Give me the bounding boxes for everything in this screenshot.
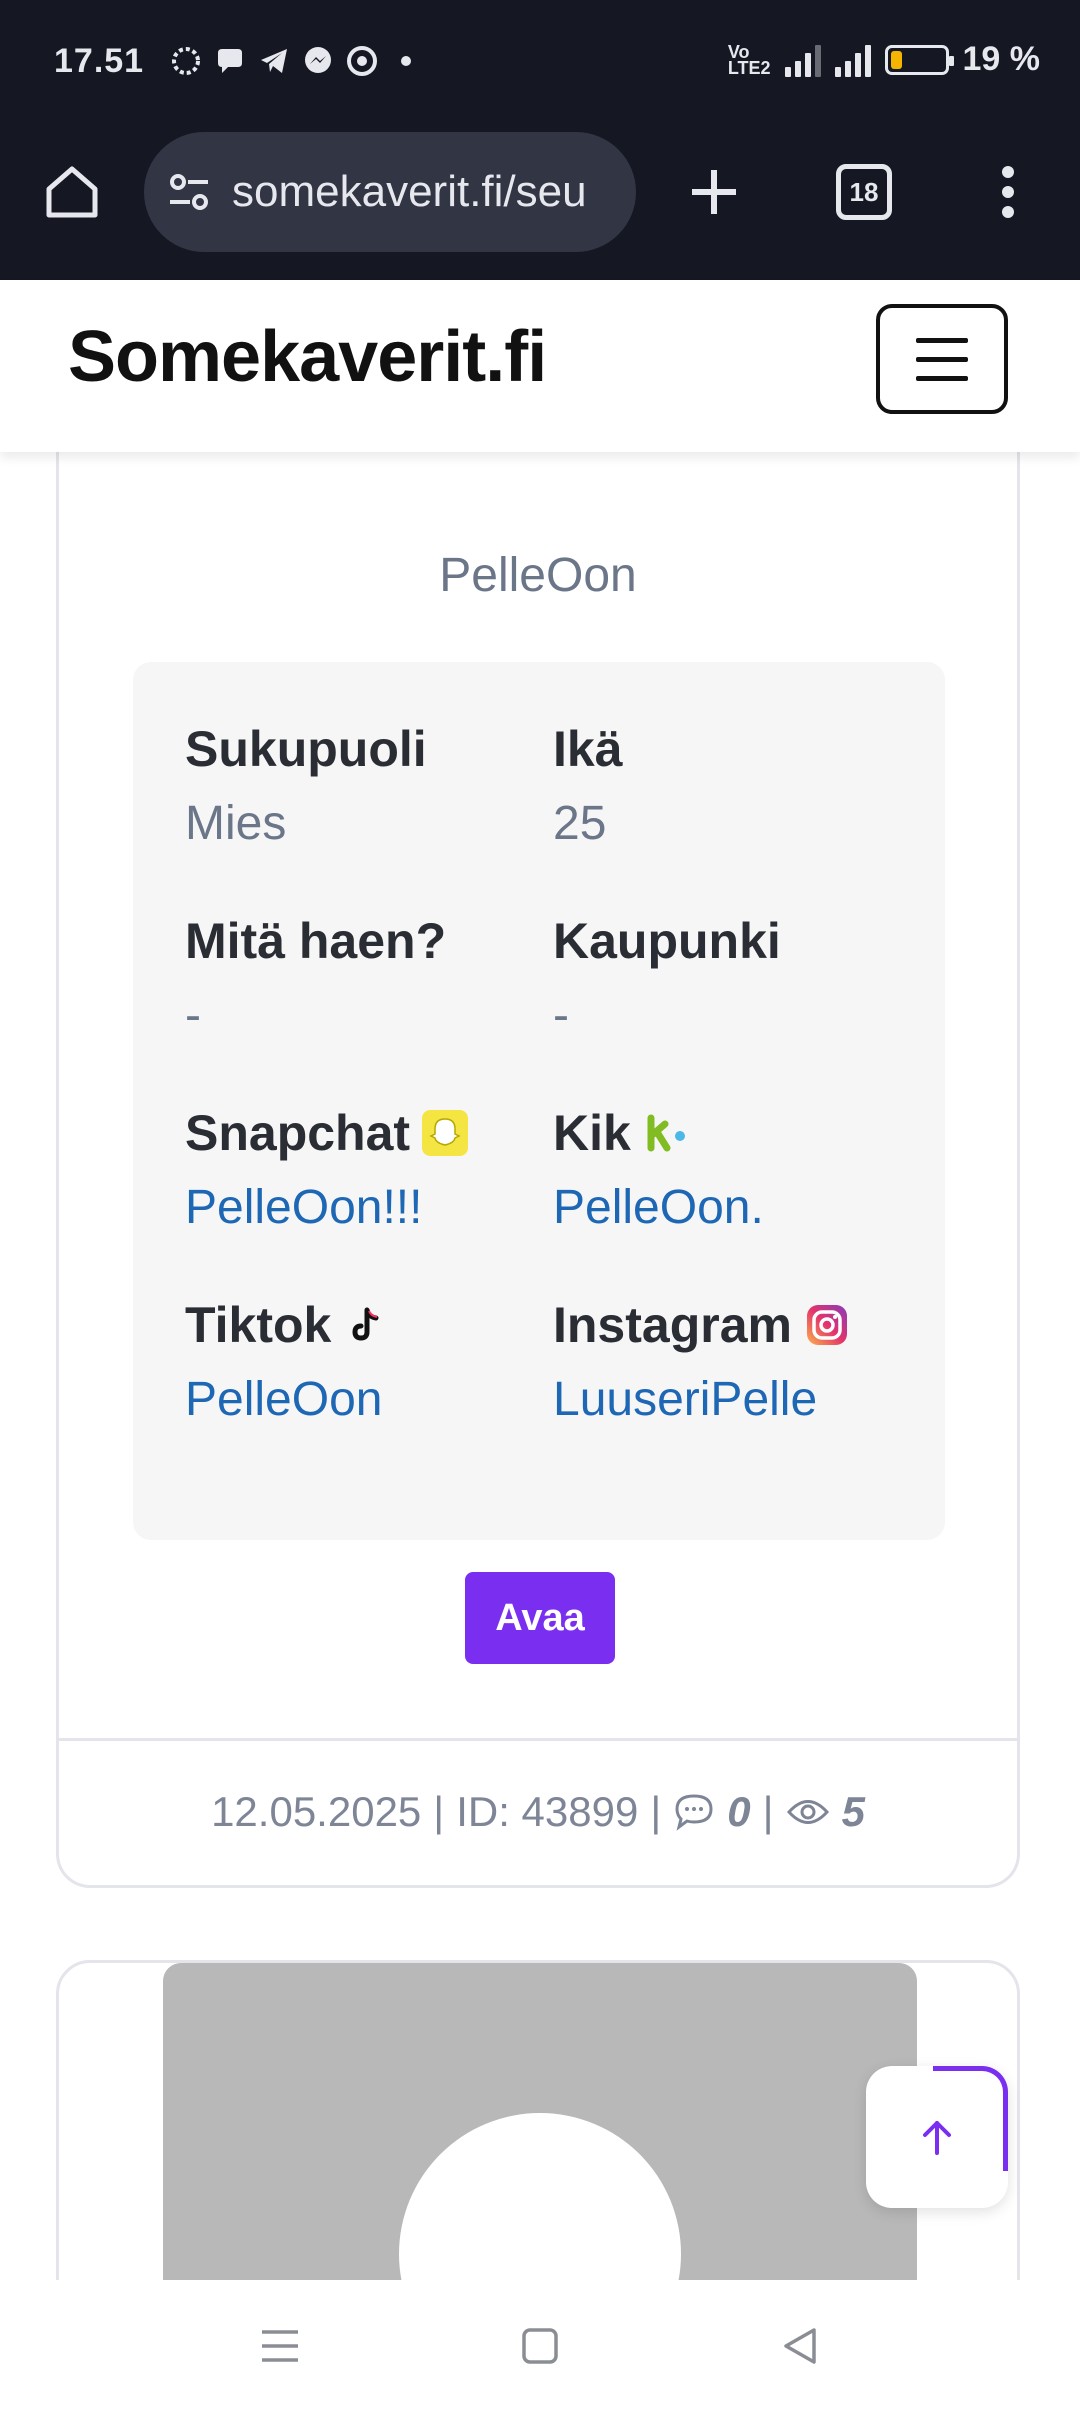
back-nav-button[interactable] bbox=[760, 2306, 840, 2386]
square-icon bbox=[522, 2328, 558, 2364]
chrome-icon bbox=[347, 46, 377, 76]
battery-percent: 19 % bbox=[962, 40, 1041, 78]
instagram-link[interactable]: LuuseriPelle bbox=[553, 1372, 850, 1427]
browser-toolbar: somekaverit.fi/seu 18 bbox=[0, 120, 1080, 280]
age-value: 25 bbox=[553, 797, 607, 850]
card-divider bbox=[59, 1738, 1017, 1741]
gender-field: Sukupuoli Mies bbox=[185, 720, 427, 851]
new-tab-button[interactable] bbox=[664, 132, 764, 252]
city-field: Kaupunki - bbox=[553, 912, 781, 1043]
telegram-icon bbox=[261, 49, 287, 73]
age-label: Ikä bbox=[553, 721, 623, 777]
kik-link[interactable]: PelleOon. bbox=[553, 1180, 764, 1235]
hamburger-menu-icon bbox=[916, 337, 968, 343]
system-navigation-bar bbox=[0, 2280, 1080, 2412]
site-header: Somekaverit.fi bbox=[0, 280, 1080, 452]
profile-card: PelleOon Sukupuoli Mies Ikä 25 Mitä haen… bbox=[56, 400, 1020, 1888]
seeking-value: - bbox=[185, 989, 201, 1042]
volte-icon: Vo LTE2 bbox=[727, 41, 771, 78]
eye-icon bbox=[786, 1800, 829, 1824]
profile-info-box: Sukupuoli Mies Ikä 25 Mitä haen? - Kaupu… bbox=[133, 662, 945, 1540]
tab-count-icon: 18 bbox=[836, 164, 892, 220]
city-value: - bbox=[553, 989, 569, 1042]
signal-strength-icon bbox=[784, 43, 821, 77]
chat-icon bbox=[218, 49, 242, 73]
recent-apps-button[interactable] bbox=[240, 2306, 320, 2386]
post-date: 12.05.2025 bbox=[211, 1788, 422, 1835]
arrow-up-icon bbox=[923, 2121, 951, 2155]
comment-count: 0 bbox=[727, 1788, 751, 1835]
tiktok-link[interactable]: PelleOon bbox=[185, 1372, 389, 1427]
snapchat-label: Snapchat bbox=[185, 1105, 411, 1161]
back-triangle-icon bbox=[784, 2328, 816, 2364]
age-field: Ikä 25 bbox=[553, 720, 623, 851]
more-vert-icon bbox=[1002, 166, 1014, 218]
notification-icons bbox=[170, 45, 422, 77]
tiktok-label: Tiktok bbox=[185, 1297, 332, 1353]
instagram-label: Instagram bbox=[553, 1297, 792, 1353]
dot-icon bbox=[401, 56, 411, 66]
instagram-icon bbox=[806, 1305, 847, 1345]
profile-id: ID: 43899 bbox=[456, 1788, 639, 1835]
home-nav-button[interactable] bbox=[500, 2306, 580, 2386]
kik-icon bbox=[647, 1114, 685, 1152]
site-settings-icon bbox=[170, 174, 208, 210]
gender-label: Sukupuoli bbox=[185, 721, 427, 777]
status-bar: 17.51 Vo LTE2 19 % bbox=[0, 0, 1080, 120]
comment-icon bbox=[675, 1794, 713, 1831]
profile-username: PelleOon bbox=[439, 549, 637, 602]
instagram-field: Instagram LuuseriPelle bbox=[553, 1296, 850, 1427]
menu-lines-icon bbox=[262, 2330, 298, 2362]
gender-value: Mies bbox=[185, 797, 287, 850]
4g-signal-icon bbox=[834, 43, 871, 77]
clock: 17.51 bbox=[54, 42, 145, 80]
seeking-field: Mitä haen? - bbox=[185, 912, 446, 1043]
seeking-label: Mitä haen? bbox=[185, 913, 447, 969]
tiktok-icon bbox=[352, 1307, 379, 1341]
home-icon bbox=[46, 166, 98, 218]
browser-menu-button[interactable] bbox=[958, 132, 1058, 252]
view-count: 5 bbox=[841, 1788, 865, 1835]
kik-label: Kik bbox=[553, 1105, 631, 1161]
snapchat-icon bbox=[422, 1110, 469, 1156]
home-button[interactable] bbox=[22, 132, 122, 252]
kik-field: Kik PelleOon. bbox=[553, 1104, 764, 1235]
battery-icon bbox=[884, 44, 954, 75]
menu-toggle-button[interactable] bbox=[876, 304, 1008, 414]
open-profile-button[interactable]: Avaa bbox=[465, 1572, 615, 1664]
signal-app-icon bbox=[172, 47, 200, 75]
messenger-icon bbox=[305, 47, 331, 73]
system-indicators: Vo LTE2 19 % bbox=[728, 40, 1040, 79]
snapchat-link[interactable]: PelleOon!!! bbox=[185, 1180, 468, 1235]
plus-icon bbox=[692, 170, 736, 214]
tiktok-field: Tiktok PelleOon bbox=[185, 1296, 389, 1427]
url-text: somekaverit.fi/seu bbox=[232, 167, 587, 216]
profile-meta: 12.05.2025 | ID: 43899 | 0 | 5 bbox=[211, 1788, 865, 1835]
address-bar[interactable]: somekaverit.fi/seu bbox=[144, 132, 636, 252]
snapchat-field: Snapchat PelleOon!!! bbox=[185, 1104, 469, 1235]
tab-switcher-button[interactable]: 18 bbox=[814, 132, 914, 252]
site-logo[interactable]: Somekaverit.fi bbox=[68, 316, 547, 398]
city-label: Kaupunki bbox=[553, 913, 781, 969]
scroll-to-top-button[interactable] bbox=[866, 2066, 1008, 2208]
